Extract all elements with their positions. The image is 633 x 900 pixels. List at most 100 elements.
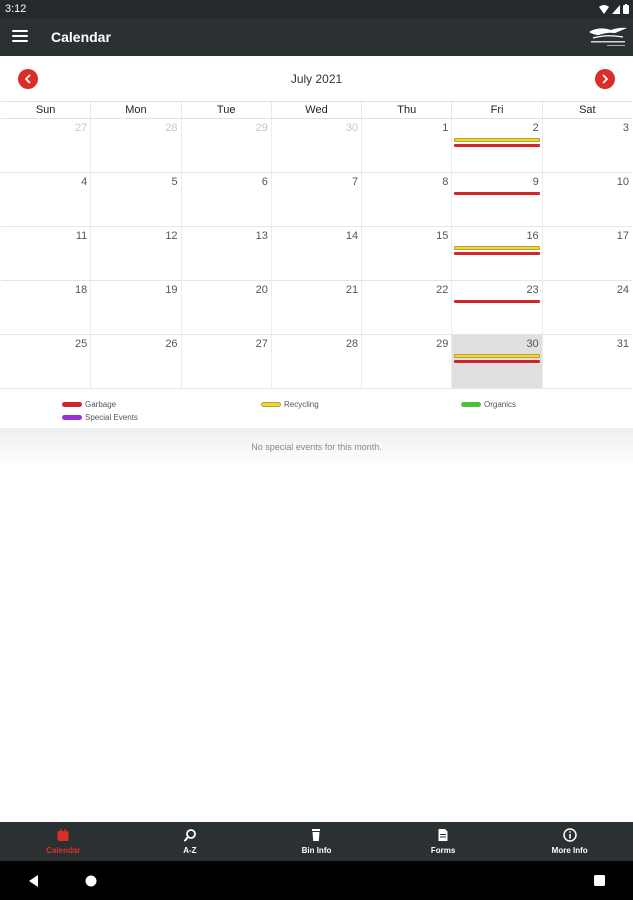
calendar-day-cell[interactable]: 21 [272,281,363,334]
legend-swatch [62,402,82,407]
day-number: 11 [75,230,88,242]
tab-calendar[interactable]: Calendar [0,822,127,861]
month-title: July 2021 [290,72,343,86]
calendar-day-cell[interactable]: 6 [182,173,272,226]
calendar-day-cell[interactable]: 19 [91,281,182,334]
day-number: 27 [255,338,268,350]
calendar-day-cell[interactable]: 2 [452,119,543,172]
app-bar: Calendar [0,18,633,56]
day-number: 5 [171,176,178,188]
day-number: 31 [616,338,629,350]
calendar-day-cell[interactable]: 20 [182,281,272,334]
day-number: 30 [526,338,539,350]
calendar-day-cell[interactable]: 28 [91,119,182,172]
system-navigation-bar [0,861,633,900]
day-number: 25 [75,338,88,350]
bin-icon [312,829,321,841]
back-icon[interactable] [29,875,39,887]
tab-a-z[interactable]: A-Z [127,822,254,861]
calendar-day-cell[interactable]: 7 [272,173,363,226]
calendar-day-cell[interactable]: 30 [272,119,363,172]
calendar-day-cell[interactable]: 30 [452,335,543,388]
day-number: 29 [255,122,268,134]
calendar-grid: Sun Mon Tue Wed Thu Fri Sat 27 28 29 30 1 2 3 4 5 6 7 8 9 1… [1,101,632,389]
next-month-button[interactable] [595,69,615,89]
calendar-day-cell[interactable]: 9 [452,173,543,226]
day-number: 27 [75,122,88,134]
tab-label: Bin Info [301,846,332,855]
calendar-day-cell[interactable]: 28 [272,335,363,388]
calendar-week-row: 4 5 6 7 8 9 10 [1,173,632,227]
day-number: 15 [436,230,449,242]
tab-label: A-Z [183,846,197,855]
day-number: 30 [345,122,359,134]
tab-more-info[interactable]: More Info [506,822,633,861]
calendar-day-cell[interactable]: 31 [543,335,632,388]
calendar-day-cell[interactable]: 27 [182,335,272,388]
calendar-day-cell[interactable]: 17 [543,227,632,280]
day-number: 7 [352,176,359,188]
calendar-day-cell[interactable]: 18 [1,281,92,334]
legend-item-recycling: Recycling [261,400,319,409]
month-header: July 2021 [0,56,633,101]
day-number: 1 [442,122,449,134]
tab-bin-info[interactable]: Bin Info [253,822,380,861]
calendar-day-cell[interactable]: 25 [1,335,92,388]
day-number: 26 [165,338,178,350]
weekday-label: Sat [579,104,596,116]
home-icon[interactable] [85,875,97,887]
calendar-day-cell[interactable]: 5 [91,173,182,226]
garbage-event-bar [454,192,540,195]
calendar-day-cell[interactable]: 8 [362,173,453,226]
calendar-day-cell[interactable]: 3 [543,119,632,172]
recycling-event-bar [454,246,540,250]
day-number: 4 [81,176,88,188]
weekday-label: Fri [452,102,543,118]
no-events-message: No special events for this month. [251,442,382,452]
day-number: 21 [345,284,359,296]
calendar-day-cell[interactable]: 14 [272,227,363,280]
calendar-day-cell[interactable]: 16 [452,227,543,280]
calendar-icon [57,829,69,841]
tab-label: More Info [551,846,588,855]
calendar-day-cell[interactable]: 15 [362,227,453,280]
day-number: 10 [616,176,629,188]
calendar-day-cell[interactable]: 22 [362,281,453,334]
calendar-day-cell[interactable]: 29 [362,335,453,388]
calendar-day-cell[interactable]: 12 [91,227,182,280]
calendar-day-cell[interactable]: 11 [1,227,92,280]
day-number: 28 [345,338,359,350]
legend-label: Organics [484,400,517,409]
recents-icon[interactable] [594,875,605,886]
status-time: 3:12 [5,3,27,15]
weekday-label: Sun [1,102,92,118]
calendar-day-cell[interactable]: 26 [91,335,182,388]
day-number: 2 [532,122,539,134]
day-number: 17 [616,230,629,242]
brand-logo-icon [589,27,627,46]
menu-icon[interactable] [12,30,28,44]
calendar-day-cell[interactable]: 29 [182,119,272,172]
day-number: 13 [255,230,268,242]
day-number: 9 [532,176,539,188]
weekday-label: Mon [91,102,182,118]
day-number: 12 [165,230,178,242]
status-icons [599,3,629,15]
calendar-day-cell[interactable]: 27 [1,119,92,172]
tab-forms[interactable]: Forms [380,822,507,861]
day-number: 8 [442,176,449,188]
calendar-day-cell[interactable]: 13 [182,227,272,280]
tab-label: Calendar [46,846,81,855]
calendar-day-cell[interactable]: 10 [543,173,632,226]
calendar-day-cell[interactable]: 23 [452,281,543,334]
recycling-event-bar [454,138,540,142]
status-bar: 3:12 [0,0,633,18]
document-icon [438,829,448,841]
signal-icon [612,4,620,14]
calendar-day-cell[interactable]: 1 [362,119,453,172]
calendar-week-row: 11 12 13 14 15 16 17 [1,227,632,281]
calendar-day-cell[interactable]: 4 [1,173,92,226]
calendar-day-cell[interactable]: 24 [543,281,632,334]
day-number: 28 [165,122,178,134]
weekday-label: Wed [272,102,363,118]
